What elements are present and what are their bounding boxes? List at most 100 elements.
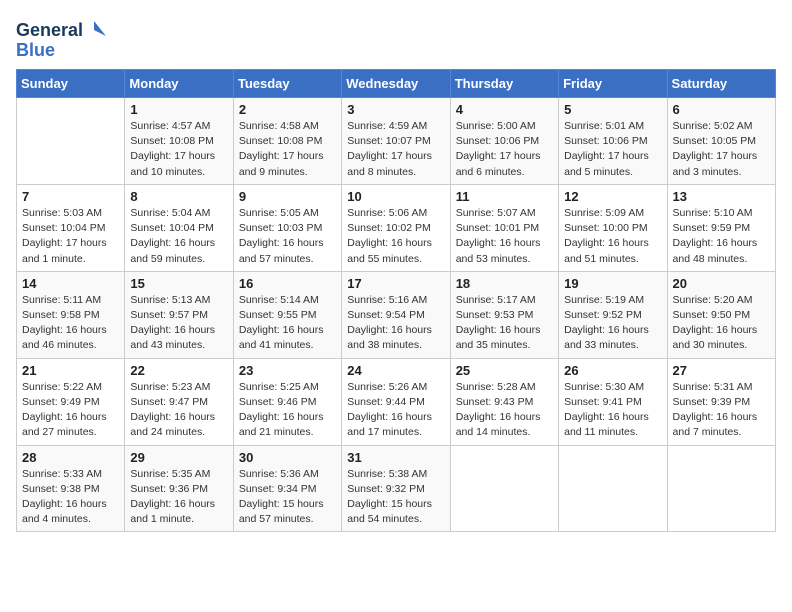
weekday-header-sunday: Sunday [17, 70, 125, 98]
calendar-cell: 21 Sunrise: 5:22 AM Sunset: 9:49 PM Dayli… [17, 358, 125, 445]
calendar-cell: 18Sunrise: 5:17 AM Sunset: 9:53 PM Dayli… [450, 271, 558, 358]
weekday-header-saturday: Saturday [667, 70, 775, 98]
day-info: Sunrise: 5:02 AM Sunset: 10:05 PM Daylig… [673, 119, 770, 180]
day-info: Sunrise: 5:14 AM Sunset: 9:55 PM Dayligh… [239, 293, 336, 354]
calendar-cell: 9 Sunrise: 5:05 AM Sunset: 10:03 PM Dayli… [233, 184, 341, 271]
day-number: 10 [347, 189, 444, 204]
calendar-cell [17, 98, 125, 185]
calendar-cell: 11 Sunrise: 5:07 AM Sunset: 10:01 PM Dayl… [450, 184, 558, 271]
day-number: 22 [130, 363, 227, 378]
day-info: Sunrise: 5:19 AM Sunset: 9:52 PM Dayligh… [564, 293, 661, 354]
day-number: 30 [239, 450, 336, 465]
day-number: 17 [347, 276, 444, 291]
calendar-cell: 5 Sunrise: 5:01 AM Sunset: 10:06 PM Dayli… [559, 98, 667, 185]
calendar-cell: 19Sunrise: 5:19 AM Sunset: 9:52 PM Dayli… [559, 271, 667, 358]
calendar-cell: 29Sunrise: 5:35 AM Sunset: 9:36 PM Dayli… [125, 445, 233, 532]
day-info: Sunrise: 5:10 AM Sunset: 9:59 PM Dayligh… [673, 206, 770, 267]
calendar-cell: 27 Sunrise: 5:31 AM Sunset: 9:39 PM Dayli… [667, 358, 775, 445]
day-info: Sunrise: 5:06 AM Sunset: 10:02 PM Daylig… [347, 206, 444, 267]
week-row-3: 21 Sunrise: 5:22 AM Sunset: 9:49 PM Dayli… [17, 358, 776, 445]
day-number: 25 [456, 363, 553, 378]
day-info: Sunrise: 5:07 AM Sunset: 10:01 PM Daylig… [456, 206, 553, 267]
day-number: 15 [130, 276, 227, 291]
day-number: 21 [22, 363, 119, 378]
svg-text:General: General [16, 20, 83, 40]
day-number: 12 [564, 189, 661, 204]
week-row-4: 28Sunrise: 5:33 AM Sunset: 9:38 PM Dayli… [17, 445, 776, 532]
day-info: Sunrise: 5:31 AM Sunset: 9:39 PM Dayligh… [673, 380, 770, 441]
svg-text:Blue: Blue [16, 40, 55, 60]
day-number: 27 [673, 363, 770, 378]
week-row-2: 14Sunrise: 5:11 AM Sunset: 9:58 PM Dayli… [17, 271, 776, 358]
day-number: 11 [456, 189, 553, 204]
calendar-cell: 12 Sunrise: 5:09 AM Sunset: 10:00 PM Dayl… [559, 184, 667, 271]
calendar-cell: 10 Sunrise: 5:06 AM Sunset: 10:02 PM Dayl… [342, 184, 450, 271]
day-info: Sunrise: 5:17 AM Sunset: 9:53 PM Dayligh… [456, 293, 553, 354]
day-info: Sunrise: 5:23 AM Sunset: 9:47 PM Dayligh… [130, 380, 227, 441]
day-info: Sunrise: 4:59 AM Sunset: 10:07 PM Daylig… [347, 119, 444, 180]
day-info: Sunrise: 5:09 AM Sunset: 10:00 PM Daylig… [564, 206, 661, 267]
day-number: 2 [239, 102, 336, 117]
day-info: Sunrise: 5:26 AM Sunset: 9:44 PM Dayligh… [347, 380, 444, 441]
calendar-cell: 26Sunrise: 5:30 AM Sunset: 9:41 PM Dayli… [559, 358, 667, 445]
day-number: 3 [347, 102, 444, 117]
day-number: 9 [239, 189, 336, 204]
day-number: 7 [22, 189, 119, 204]
day-number: 14 [22, 276, 119, 291]
calendar-cell [450, 445, 558, 532]
calendar-cell: 22 Sunrise: 5:23 AM Sunset: 9:47 PM Dayli… [125, 358, 233, 445]
day-number: 16 [239, 276, 336, 291]
calendar-cell: 14Sunrise: 5:11 AM Sunset: 9:58 PM Dayli… [17, 271, 125, 358]
day-info: Sunrise: 5:03 AM Sunset: 10:04 PM Daylig… [22, 206, 119, 267]
day-info: Sunrise: 5:20 AM Sunset: 9:50 PM Dayligh… [673, 293, 770, 354]
weekday-header-thursday: Thursday [450, 70, 558, 98]
calendar-cell: 28Sunrise: 5:33 AM Sunset: 9:38 PM Dayli… [17, 445, 125, 532]
calendar-table: SundayMondayTuesdayWednesdayThursdayFrid… [16, 69, 776, 532]
day-number: 1 [130, 102, 227, 117]
page-header: GeneralBlue [16, 16, 776, 61]
calendar-cell: 1 Sunrise: 4:57 AM Sunset: 10:08 PM Dayli… [125, 98, 233, 185]
day-number: 24 [347, 363, 444, 378]
calendar-cell: 8 Sunrise: 5:04 AM Sunset: 10:04 PM Dayli… [125, 184, 233, 271]
weekday-header-friday: Friday [559, 70, 667, 98]
day-info: Sunrise: 4:57 AM Sunset: 10:08 PM Daylig… [130, 119, 227, 180]
calendar-cell [559, 445, 667, 532]
day-info: Sunrise: 5:05 AM Sunset: 10:03 PM Daylig… [239, 206, 336, 267]
day-number: 4 [456, 102, 553, 117]
day-info: Sunrise: 5:30 AM Sunset: 9:41 PM Dayligh… [564, 380, 661, 441]
calendar-cell: 20 Sunrise: 5:20 AM Sunset: 9:50 PM Dayli… [667, 271, 775, 358]
calendar-cell: 7 Sunrise: 5:03 AM Sunset: 10:04 PM Dayli… [17, 184, 125, 271]
day-number: 31 [347, 450, 444, 465]
day-info: Sunrise: 5:04 AM Sunset: 10:04 PM Daylig… [130, 206, 227, 267]
day-info: Sunrise: 5:36 AM Sunset: 9:34 PM Dayligh… [239, 467, 336, 528]
day-info: Sunrise: 5:38 AM Sunset: 9:32 PM Dayligh… [347, 467, 444, 528]
calendar-cell: 31 Sunrise: 5:38 AM Sunset: 9:32 PM Dayli… [342, 445, 450, 532]
day-number: 6 [673, 102, 770, 117]
day-number: 20 [673, 276, 770, 291]
day-info: Sunrise: 5:33 AM Sunset: 9:38 PM Dayligh… [22, 467, 119, 528]
calendar-cell: 4Sunrise: 5:00 AM Sunset: 10:06 PM Dayli… [450, 98, 558, 185]
day-number: 5 [564, 102, 661, 117]
calendar-cell: 25 Sunrise: 5:28 AM Sunset: 9:43 PM Dayli… [450, 358, 558, 445]
day-number: 29 [130, 450, 227, 465]
day-info: Sunrise: 5:22 AM Sunset: 9:49 PM Dayligh… [22, 380, 119, 441]
calendar-cell: 23Sunrise: 5:25 AM Sunset: 9:46 PM Dayli… [233, 358, 341, 445]
calendar-cell: 30 Sunrise: 5:36 AM Sunset: 9:34 PM Dayli… [233, 445, 341, 532]
calendar-cell: 13Sunrise: 5:10 AM Sunset: 9:59 PM Dayli… [667, 184, 775, 271]
calendar-cell [667, 445, 775, 532]
day-number: 8 [130, 189, 227, 204]
week-row-0: 1 Sunrise: 4:57 AM Sunset: 10:08 PM Dayli… [17, 98, 776, 185]
day-info: Sunrise: 5:28 AM Sunset: 9:43 PM Dayligh… [456, 380, 553, 441]
weekday-header-wednesday: Wednesday [342, 70, 450, 98]
calendar-cell: 16 Sunrise: 5:14 AM Sunset: 9:55 PM Dayli… [233, 271, 341, 358]
weekday-header-monday: Monday [125, 70, 233, 98]
calendar-cell: 3 Sunrise: 4:59 AM Sunset: 10:07 PM Dayli… [342, 98, 450, 185]
calendar-cell: 15 Sunrise: 5:13 AM Sunset: 9:57 PM Dayli… [125, 271, 233, 358]
weekday-header-row: SundayMondayTuesdayWednesdayThursdayFrid… [17, 70, 776, 98]
calendar-cell: 6 Sunrise: 5:02 AM Sunset: 10:05 PM Dayli… [667, 98, 775, 185]
calendar-cell: 2Sunrise: 4:58 AM Sunset: 10:08 PM Dayli… [233, 98, 341, 185]
day-info: Sunrise: 5:13 AM Sunset: 9:57 PM Dayligh… [130, 293, 227, 354]
day-info: Sunrise: 5:01 AM Sunset: 10:06 PM Daylig… [564, 119, 661, 180]
day-number: 23 [239, 363, 336, 378]
calendar-cell: 17Sunrise: 5:16 AM Sunset: 9:54 PM Dayli… [342, 271, 450, 358]
